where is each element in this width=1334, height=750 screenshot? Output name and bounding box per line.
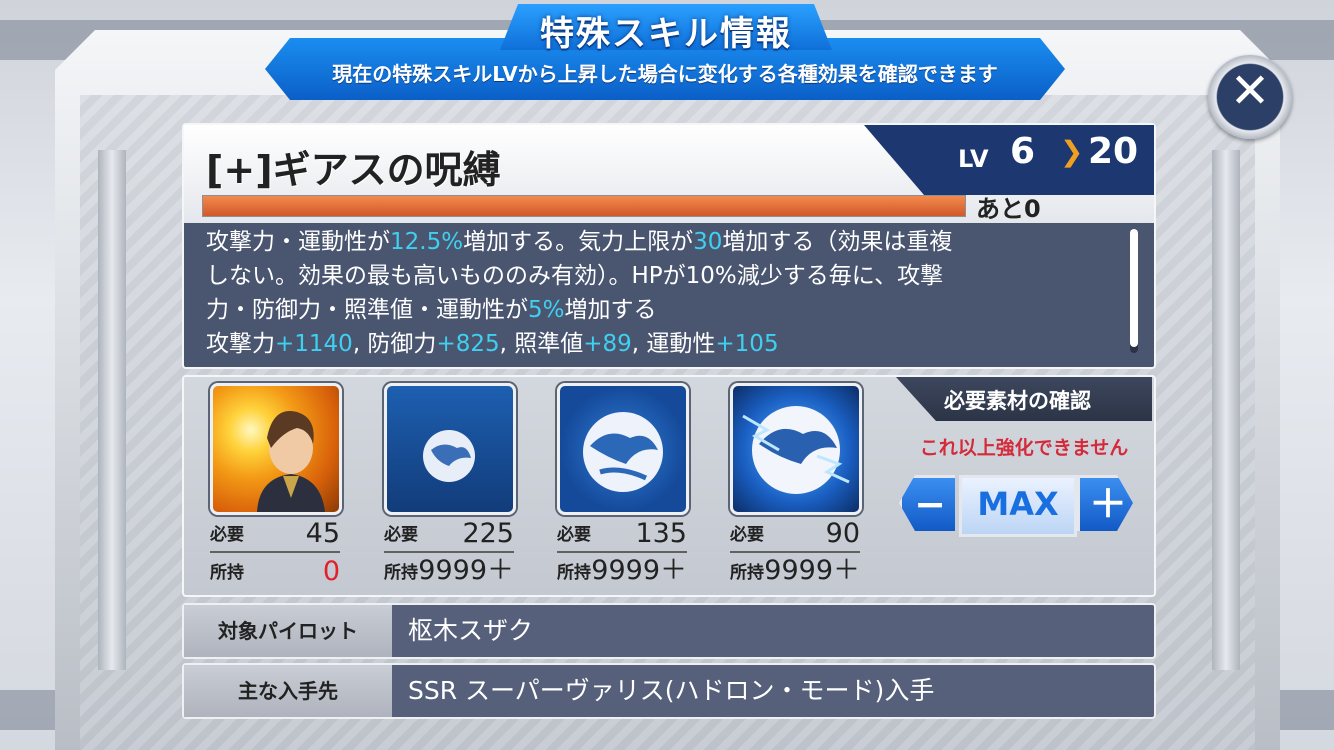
target-pilot-row: 対象パイロット 枢木スザク bbox=[182, 603, 1156, 659]
description-scrollbar[interactable] bbox=[1130, 229, 1138, 353]
pilot-portrait-icon bbox=[210, 383, 342, 515]
max-level-warning: これ以上強化できません bbox=[919, 437, 1129, 459]
level-arrow-icon: ❯ bbox=[1060, 135, 1084, 168]
skill-description[interactable]: 攻撃力・運動性が12.5%増加する。気力上限が30増加する（効果は重複 しない。… bbox=[206, 225, 1126, 357]
target-pilot-value: 枢木スザク bbox=[408, 616, 534, 645]
target-pilot-label: 対象パイロット bbox=[184, 605, 392, 657]
experience-bar-fill bbox=[203, 196, 965, 216]
target-level: 20 bbox=[1088, 131, 1139, 172]
material-item[interactable]: 必要 45 所持 0 bbox=[210, 383, 342, 589]
required-row: 必要 225 bbox=[384, 518, 514, 549]
material-item[interactable]: 必要 225 所持 9999＋ bbox=[384, 383, 516, 589]
materials-panel: 必要 45 所持 0 必要 225 所持 9999＋ 必要 135 所持 999… bbox=[182, 375, 1156, 597]
confirm-materials-title: 必要素材の確認 bbox=[944, 389, 1091, 413]
experience-bar bbox=[202, 195, 966, 217]
source-value: SSR スーパーヴァリス(ハドロン・モード)入手 bbox=[408, 676, 935, 705]
small-orb-icon bbox=[384, 383, 516, 515]
owned-row: 所持 9999＋ bbox=[730, 553, 860, 589]
close-button[interactable]: ✕ bbox=[1208, 55, 1292, 139]
required-count: 90 bbox=[825, 518, 860, 549]
required-count: 135 bbox=[635, 518, 687, 549]
medium-orb-icon bbox=[557, 383, 689, 515]
dialog-subtitle: 現在の特殊スキルLVから上昇した場合に変化する各種効果を確認できます bbox=[332, 62, 998, 86]
required-row: 必要 135 bbox=[557, 518, 687, 549]
scrollbar-thumb[interactable] bbox=[1130, 229, 1138, 347]
required-count: 225 bbox=[462, 518, 514, 549]
level-label: LV bbox=[958, 145, 989, 173]
desc-line: しない。効果の最も高いもののみ有効）。HPが10%減少する毎に、攻撃 bbox=[206, 263, 944, 289]
owned-row: 所持 0 bbox=[210, 556, 340, 587]
decrease-button[interactable]: − bbox=[899, 475, 955, 531]
owned-count: 9999＋ bbox=[764, 555, 860, 586]
skill-name: [+]ギアスの呪縛 bbox=[206, 148, 501, 192]
quantity-stepper: − MAX ＋ bbox=[899, 475, 1135, 537]
owned-count: 9999＋ bbox=[418, 555, 514, 586]
increase-button[interactable]: ＋ bbox=[1077, 475, 1133, 531]
skill-panel: [+]ギアスの呪縛 LV 6 ❯ 20 あと0 攻撃力・運動性が12.5%増加す… bbox=[182, 123, 1156, 369]
current-level: 6 bbox=[1010, 131, 1036, 172]
owned-row: 所持 9999＋ bbox=[384, 553, 514, 589]
dialog-title: 特殊スキル情報 bbox=[540, 14, 792, 54]
required-count: 45 bbox=[305, 518, 340, 549]
owned-count: 9999＋ bbox=[591, 555, 687, 586]
desc-line: 力・防御力・照準値・運動性が5%増加する bbox=[206, 297, 657, 323]
source-label: 主な入手先 bbox=[184, 665, 392, 717]
close-icon: ✕ bbox=[1229, 63, 1271, 119]
required-row: 必要 45 bbox=[210, 518, 340, 549]
large-orb-icon bbox=[730, 383, 862, 515]
material-item[interactable]: 必要 90 所持 9999＋ bbox=[730, 383, 862, 589]
required-row: 必要 90 bbox=[730, 518, 860, 549]
stat-bonus-line: 攻撃力+1140, 防御力+825, 照準値+89, 運動性+105 bbox=[206, 331, 779, 357]
source-row: 主な入手先 SSR スーパーヴァリス(ハドロン・モード)入手 bbox=[182, 663, 1156, 719]
owned-row: 所持 9999＋ bbox=[557, 553, 687, 589]
left-rail bbox=[98, 150, 126, 670]
right-rail bbox=[1212, 150, 1240, 670]
remaining-text: あと0 bbox=[976, 195, 1041, 223]
owned-count: 0 bbox=[322, 556, 340, 587]
desc-line: 攻撃力・運動性が12.5%増加する。気力上限が30増加する（効果は重複 bbox=[206, 229, 953, 255]
max-button[interactable]: MAX bbox=[959, 475, 1077, 537]
material-item[interactable]: 必要 135 所持 9999＋ bbox=[557, 383, 689, 589]
